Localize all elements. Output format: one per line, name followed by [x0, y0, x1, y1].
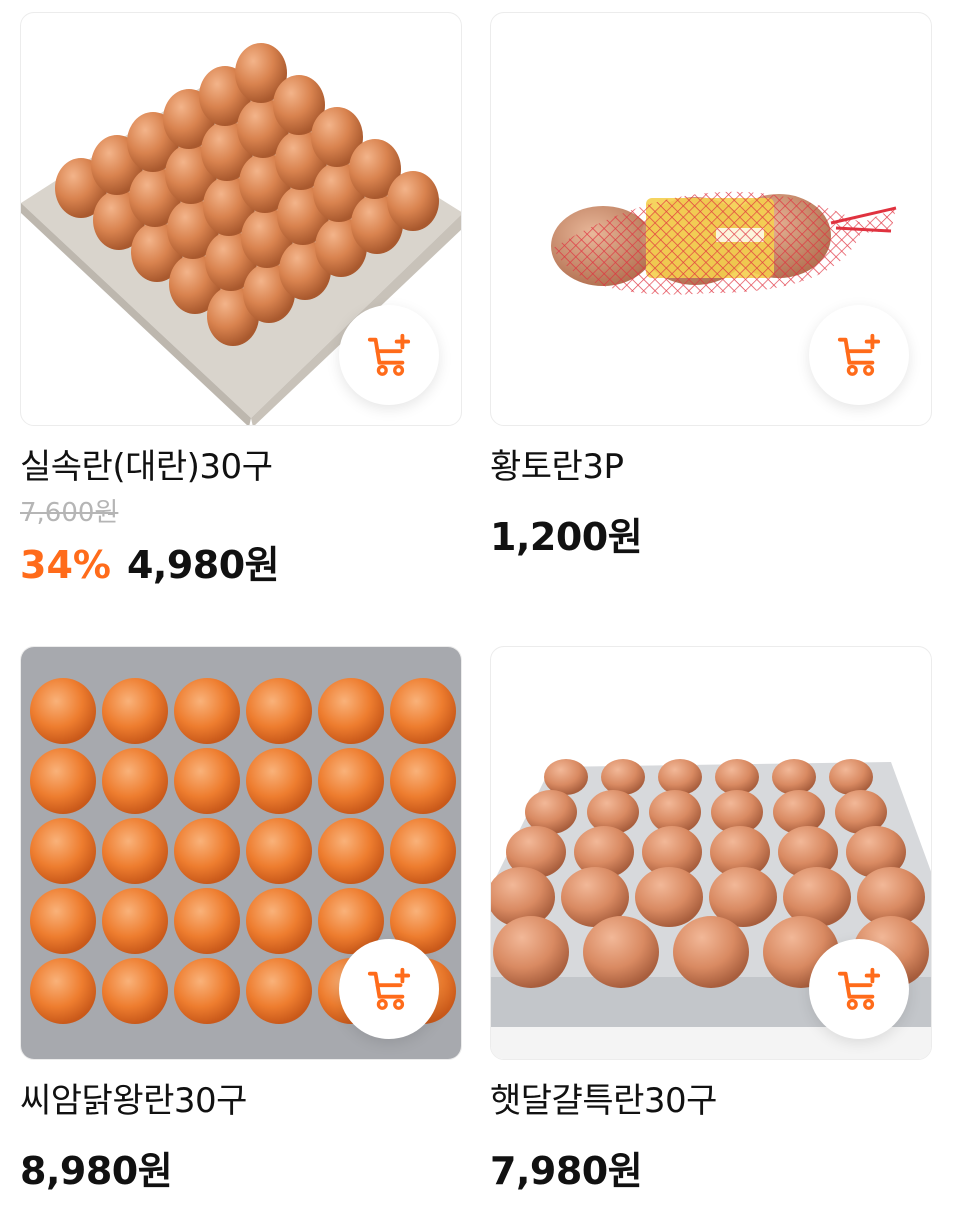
product-image[interactable] — [490, 12, 932, 426]
product-name[interactable]: 황토란3P — [490, 446, 932, 488]
product-image[interactable] — [20, 646, 462, 1060]
cart-add-icon — [367, 967, 411, 1010]
add-to-cart-button[interactable] — [809, 305, 909, 405]
sale-price: 4,980원 — [126, 543, 280, 587]
add-to-cart-button[interactable] — [339, 305, 439, 405]
product-card[interactable]: 씨암닭왕란30구 8,980원 — [20, 646, 462, 1195]
product-card[interactable]: 실속란(대란)30구 7,600원 34% 4,980원 — [20, 12, 462, 589]
price-row: 34% 4,980원 — [20, 534, 462, 589]
product-image[interactable] — [20, 12, 462, 426]
cart-add-icon — [837, 333, 881, 376]
cart-add-icon — [837, 967, 881, 1010]
add-to-cart-button[interactable] — [809, 939, 909, 1039]
sale-price: 8,980원 — [20, 1149, 173, 1193]
product-image[interactable] — [490, 646, 932, 1060]
product-name[interactable]: 햇달걀특란30구 — [490, 1080, 932, 1122]
original-price: 7,600원 — [20, 498, 119, 528]
sale-price: 1,200원 — [490, 515, 643, 559]
product-name[interactable]: 실속란(대란)30구 — [20, 446, 462, 488]
product-name[interactable]: 씨암닭왕란30구 — [20, 1080, 462, 1122]
product-card[interactable]: 황토란3P 1,200원 — [490, 12, 932, 561]
discount-rate: 34% — [20, 543, 111, 587]
sale-price: 7,980원 — [490, 1149, 643, 1193]
cart-add-icon — [367, 333, 411, 376]
product-grid: 실속란(대란)30구 7,600원 34% 4,980원 황토란3P 1,200… — [0, 0, 966, 1205]
product-card[interactable]: 햇달걀특란30구 7,980원 — [490, 646, 932, 1195]
add-to-cart-button[interactable] — [339, 939, 439, 1039]
